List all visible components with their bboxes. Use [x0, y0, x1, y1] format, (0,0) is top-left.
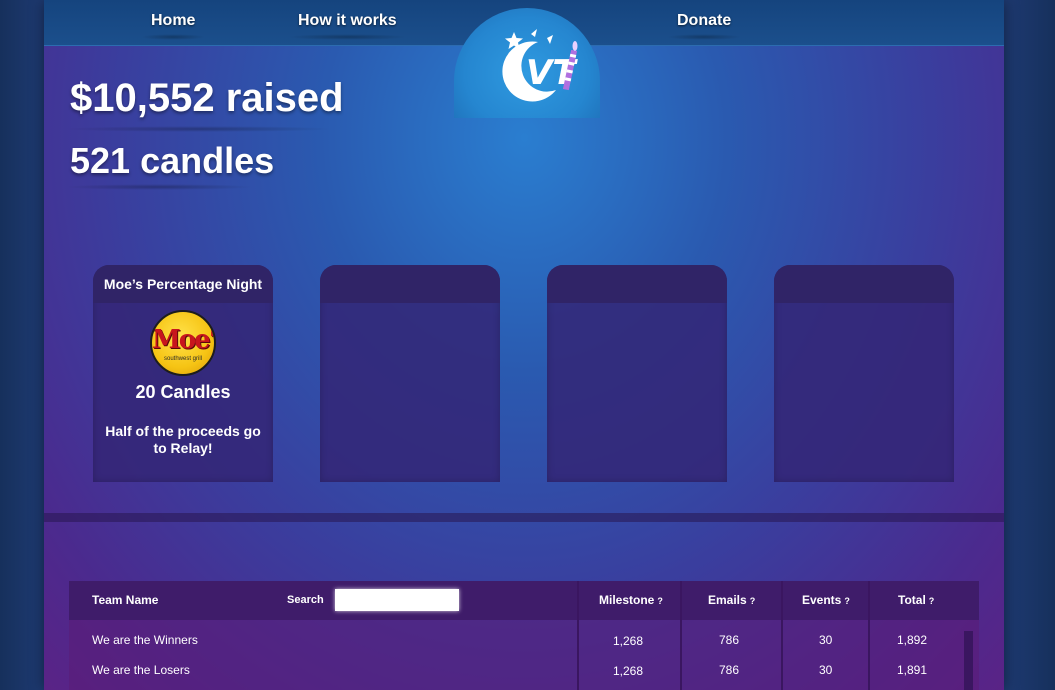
- milestone-cell: 1,268: [613, 664, 644, 678]
- stat-shadow: [64, 126, 334, 132]
- amount-raised: $10,552 raised: [70, 76, 344, 120]
- moes-logo-icon: Moe's southwest grill: [150, 310, 216, 376]
- total-help-icon: ?: [928, 596, 935, 606]
- card-description: Half of the proceeds go to Relay!: [105, 423, 261, 456]
- table-scrollbar[interactable]: [964, 631, 973, 690]
- card-title: [547, 265, 727, 303]
- nav-donate-link[interactable]: Donate: [666, 12, 742, 40]
- emails-cell: 786: [719, 633, 740, 647]
- milestone-help-icon: ?: [657, 596, 663, 606]
- card-title: [774, 265, 954, 303]
- page-gutter-right: [1004, 0, 1055, 690]
- events-cell: 30: [819, 633, 833, 647]
- empty-event-card: [320, 265, 500, 482]
- column-divider: [781, 581, 783, 690]
- page-container: Home How it works Donate VT $10,552 rais…: [44, 0, 1004, 690]
- empty-event-card: [547, 265, 727, 482]
- emails-cell: 786: [719, 663, 740, 677]
- header-emails[interactable]: Emails?: [708, 593, 755, 607]
- candle-count: 521 candles: [70, 140, 275, 181]
- header-milestone[interactable]: Milestone?: [599, 593, 663, 607]
- nav-how-it-works-link[interactable]: How it works: [288, 12, 407, 40]
- header-events[interactable]: Events?: [802, 593, 850, 607]
- total-cell: 1,892: [897, 633, 928, 647]
- empty-event-card: [774, 265, 954, 482]
- header-team-name[interactable]: Team Name: [92, 593, 158, 607]
- column-divider: [577, 581, 579, 690]
- events-help-icon: ?: [844, 596, 850, 606]
- column-divider: [868, 581, 870, 690]
- milestone-cell: 1,268: [613, 634, 644, 648]
- card-candles: 20 Candles: [135, 382, 231, 402]
- card-title: [320, 265, 500, 303]
- header-total[interactable]: Total?: [898, 593, 934, 607]
- stat-shadow: [64, 184, 254, 190]
- events-cell: 30: [819, 663, 833, 677]
- team-name-cell: We are the Winners: [92, 633, 198, 647]
- card-title: Moe’s Percentage Night: [93, 265, 273, 303]
- nav-home-link[interactable]: Home: [140, 12, 207, 40]
- emails-help-icon: ?: [749, 596, 756, 606]
- page-gutter-left: [0, 0, 44, 690]
- relay-logo-icon[interactable]: VT: [474, 20, 584, 115]
- team-name-cell: We are the Losers: [92, 663, 190, 677]
- table-header: Team Name Search Milestone? Emails? Even…: [69, 581, 979, 620]
- leaderboard-table: Team Name Search Milestone? Emails? Even…: [69, 581, 979, 690]
- team-search-input[interactable]: [335, 589, 459, 611]
- search-label: Search: [287, 594, 324, 606]
- column-divider: [680, 581, 682, 690]
- event-card[interactable]: Moe’s Percentage Night Moe's southwest g…: [93, 265, 273, 482]
- total-cell: 1,891: [897, 663, 928, 677]
- section-divider: [44, 513, 1004, 522]
